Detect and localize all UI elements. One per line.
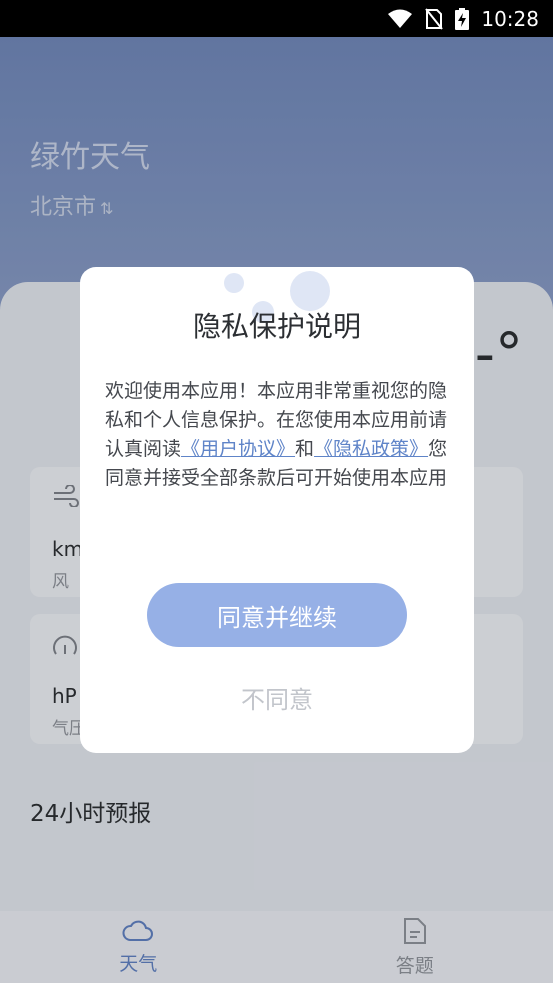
privacy-dialog: 隐私保护说明 欢迎使用本应用！本应用非常重视您的隐私和个人信息保护。在您使用本应… [80,267,474,753]
and-text: 和 [295,438,315,460]
status-bar: 10:28 [0,0,553,37]
status-time: 10:28 [481,6,539,31]
agree-button[interactable]: 同意并继续 [147,583,407,647]
disagree-button[interactable]: 不同意 [177,675,377,719]
dialog-body: 欢迎使用本应用！本应用非常重视您的隐私和个人信息保护。在您使用本应用前请认真阅读… [105,377,449,493]
user-agreement-link[interactable]: 《用户协议》 [181,438,295,460]
wifi-icon [387,9,413,29]
battery-charging-icon [455,7,470,30]
dialog-title: 隐私保护说明 [192,310,361,343]
privacy-policy-link[interactable]: 《隐私政策》 [314,438,428,460]
decor-bubble [224,273,244,293]
no-sim-icon [425,7,444,30]
